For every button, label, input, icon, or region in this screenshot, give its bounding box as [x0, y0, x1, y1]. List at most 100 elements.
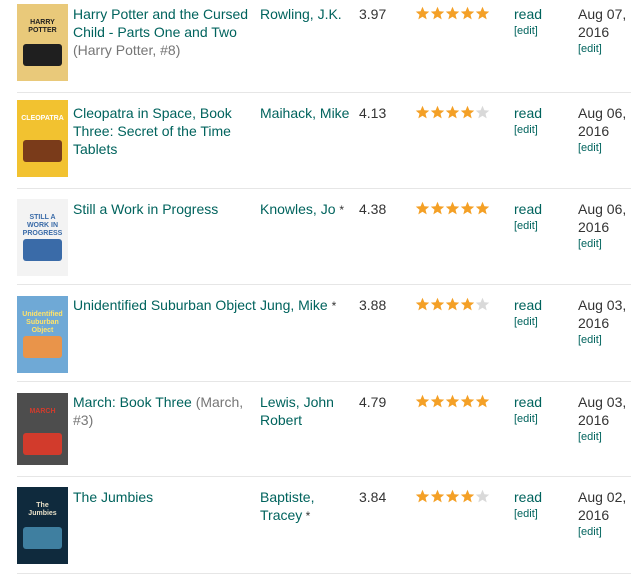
date-edit-link[interactable]: [edit] — [578, 237, 602, 251]
star-icon[interactable] — [415, 297, 430, 312]
shelf-link[interactable]: read — [514, 393, 542, 411]
star-icon[interactable] — [430, 6, 445, 21]
book-cover-image[interactable]: MARCH — [17, 393, 68, 465]
book-title: March: Book Three — [73, 394, 192, 410]
goodreads-author-mark: * — [331, 299, 337, 313]
book-cover[interactable]: Unidentified Suburban Object — [17, 296, 68, 373]
shelf-edit-link[interactable]: [edit] — [514, 219, 538, 233]
star-icon[interactable] — [415, 489, 430, 504]
date-read: Aug 07, 2016 — [578, 6, 627, 40]
date-edit-link[interactable]: [edit] — [578, 141, 602, 155]
date-read: Aug 03, 2016 — [578, 297, 627, 331]
star-icon[interactable] — [430, 105, 445, 120]
user-rating-stars[interactable] — [415, 297, 490, 315]
author-name-line1: Baptiste, — [260, 489, 315, 505]
star-icon[interactable] — [415, 394, 430, 409]
avg-rating: 4.13 — [359, 105, 387, 121]
book-title-link[interactable]: Harry Potter and the Cursed Child - Part… — [73, 5, 258, 59]
date-read: Aug 03, 2016 — [578, 394, 627, 428]
book-cover[interactable]: CLEOPATRA — [17, 100, 68, 177]
user-rating-stars[interactable] — [415, 6, 490, 24]
shelf-link[interactable]: read — [514, 488, 542, 506]
book-cover-image[interactable]: Unidentified Suburban Object — [17, 296, 68, 373]
star-icon[interactable] — [415, 6, 430, 21]
date-edit-link[interactable]: [edit] — [578, 525, 602, 539]
book-cover-image[interactable]: STILL A WORK IN PROGRESS — [17, 199, 68, 276]
star-icon[interactable] — [475, 105, 490, 120]
star-icon[interactable] — [460, 297, 475, 312]
book-cover-image[interactable]: HARRY POTTER — [17, 4, 68, 81]
book-cover-image[interactable]: CLEOPATRA — [17, 100, 68, 177]
author-name-line1: Maihack, Mike — [260, 105, 350, 121]
book-title-link[interactable]: Cleopatra in Space, Book Three: Secret o… — [73, 104, 258, 158]
user-rating-stars[interactable] — [415, 201, 490, 219]
shelf-edit-link[interactable]: [edit] — [514, 507, 538, 521]
book-title-link[interactable]: Still a Work in Progress — [73, 200, 258, 218]
star-icon[interactable] — [460, 6, 475, 21]
star-icon[interactable] — [445, 105, 460, 120]
author-link[interactable]: Rowling, J.K. — [260, 5, 355, 23]
star-icon[interactable] — [445, 394, 460, 409]
avg-rating: 3.88 — [359, 297, 387, 313]
star-icon[interactable] — [445, 489, 460, 504]
star-icon[interactable] — [430, 297, 445, 312]
star-icon[interactable] — [430, 201, 445, 216]
date-read: Aug 02, 2016 — [578, 489, 627, 523]
date-edit-link[interactable]: [edit] — [578, 42, 602, 56]
shelf-link[interactable]: read — [514, 296, 542, 314]
author-link[interactable]: Jung, Mike * — [260, 296, 355, 315]
shelf-link[interactable]: read — [514, 5, 542, 23]
star-icon[interactable] — [475, 6, 490, 21]
book-series: (Harry Potter, #8) — [73, 42, 181, 58]
author-link[interactable]: Lewis, John Robert — [260, 393, 355, 429]
shelf-edit-link[interactable]: [edit] — [514, 315, 538, 329]
star-icon[interactable] — [475, 489, 490, 504]
star-icon[interactable] — [460, 394, 475, 409]
star-icon[interactable] — [460, 105, 475, 120]
svg-text:MARCH: MARCH — [29, 408, 55, 415]
book-cover-image[interactable]: The Jumbies — [17, 487, 68, 564]
goodreads-author-mark: * — [302, 509, 311, 523]
star-icon[interactable] — [445, 201, 460, 216]
book-title-link[interactable]: Unidentified Suburban Object — [73, 296, 258, 314]
book-title-link[interactable]: The Jumbies — [73, 488, 258, 506]
shelf-link[interactable]: read — [514, 104, 542, 122]
book-cover[interactable]: STILL A WORK IN PROGRESS — [17, 199, 68, 276]
star-icon[interactable] — [415, 201, 430, 216]
star-icon[interactable] — [475, 394, 490, 409]
author-link[interactable]: Maihack, Mike — [260, 104, 355, 122]
book-row: The Jumbies The Jumbies Baptiste, Tracey … — [17, 477, 631, 574]
star-icon[interactable] — [460, 489, 475, 504]
date-edit-link[interactable]: [edit] — [578, 333, 602, 347]
star-icon[interactable] — [430, 394, 445, 409]
user-rating-stars[interactable] — [415, 489, 490, 507]
star-icon[interactable] — [415, 105, 430, 120]
shelf-link[interactable]: read — [514, 200, 542, 218]
user-rating-stars[interactable] — [415, 105, 490, 123]
star-icon[interactable] — [445, 297, 460, 312]
book-cover[interactable]: MARCH — [17, 393, 68, 465]
book-row: STILL A WORK IN PROGRESS Still a Work in P… — [17, 189, 631, 285]
avg-rating: 3.84 — [359, 489, 387, 505]
star-icon[interactable] — [460, 201, 475, 216]
shelf-edit-link[interactable]: [edit] — [514, 123, 538, 137]
book-title-link[interactable]: March: Book Three (March, #3) — [73, 393, 258, 429]
avg-rating: 4.38 — [359, 201, 387, 217]
book-cover[interactable]: HARRY POTTER — [17, 4, 68, 81]
author-name-line2: Robert — [260, 412, 303, 428]
shelf-edit-link[interactable]: [edit] — [514, 412, 538, 426]
book-row: HARRY POTTER Harry Potter and the Cursed … — [17, 0, 631, 93]
avg-rating: 4.79 — [359, 394, 387, 410]
author-name-line1: Knowles, Jo — [260, 201, 336, 217]
author-link[interactable]: Knowles, Jo * — [260, 200, 355, 219]
star-icon[interactable] — [445, 6, 460, 21]
shelf-edit-link[interactable]: [edit] — [514, 24, 538, 38]
star-icon[interactable] — [475, 201, 490, 216]
star-icon[interactable] — [475, 297, 490, 312]
date-edit-link[interactable]: [edit] — [578, 430, 602, 444]
author-link[interactable]: Baptiste, Tracey * — [260, 488, 355, 525]
star-icon[interactable] — [430, 489, 445, 504]
author-name-line1: Rowling, J.K. — [260, 6, 342, 22]
user-rating-stars[interactable] — [415, 394, 490, 412]
book-cover[interactable]: The Jumbies — [17, 487, 68, 564]
